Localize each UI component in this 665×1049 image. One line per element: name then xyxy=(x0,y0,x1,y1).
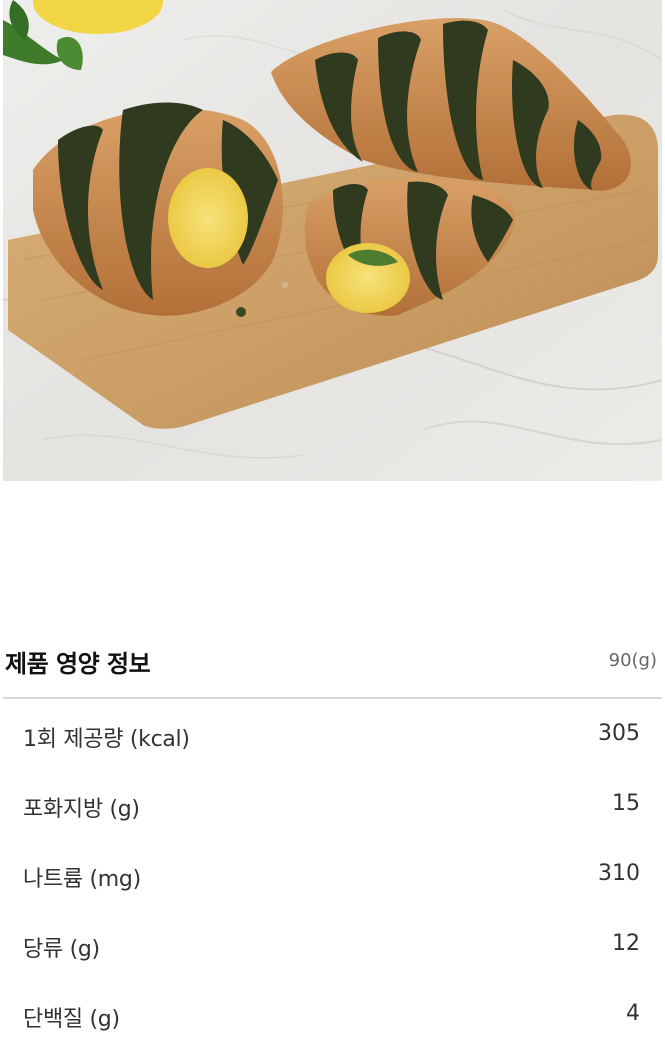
nutrition-value: 305 xyxy=(598,721,640,746)
nutrition-info: 제품 영양 정보 90(g) 1회 제공량 (kcal) 305 포화지방 (g… xyxy=(0,630,665,1032)
nutrition-row-saturated-fat: 포화지방 (g) 15 xyxy=(0,769,665,839)
nutrition-value: 12 xyxy=(612,931,640,956)
nutrition-row-protein: 단백질 (g) 4 xyxy=(0,979,665,1049)
nutrition-table: 1회 제공량 (kcal) 305 포화지방 (g) 15 나트륨 (mg) 3… xyxy=(0,699,665,1049)
product-image xyxy=(3,0,662,481)
nutrition-value: 4 xyxy=(626,1001,640,1026)
nutrition-row-sodium: 나트륨 (mg) 310 xyxy=(0,839,665,909)
croissant-photo xyxy=(3,0,662,481)
nutrition-row-calories: 1회 제공량 (kcal) 305 xyxy=(0,699,665,769)
serving-weight: 90(g) xyxy=(608,650,657,671)
nutrition-label: 나트륨 (mg) xyxy=(23,867,141,892)
nutrition-label: 당류 (g) xyxy=(23,937,100,962)
nutrition-label: 단백질 (g) xyxy=(23,1007,120,1032)
nutrition-label: 1회 제공량 (kcal) xyxy=(23,727,190,752)
nutrition-header: 제품 영양 정보 90(g) xyxy=(0,630,665,699)
nutrition-row-sugars: 당류 (g) 12 xyxy=(0,909,665,979)
nutrition-title: 제품 영양 정보 xyxy=(5,650,151,678)
nutrition-value: 310 xyxy=(598,861,640,886)
nutrition-label: 포화지방 (g) xyxy=(23,797,140,822)
nutrition-value: 15 xyxy=(612,791,640,816)
custard-filling xyxy=(168,168,248,268)
